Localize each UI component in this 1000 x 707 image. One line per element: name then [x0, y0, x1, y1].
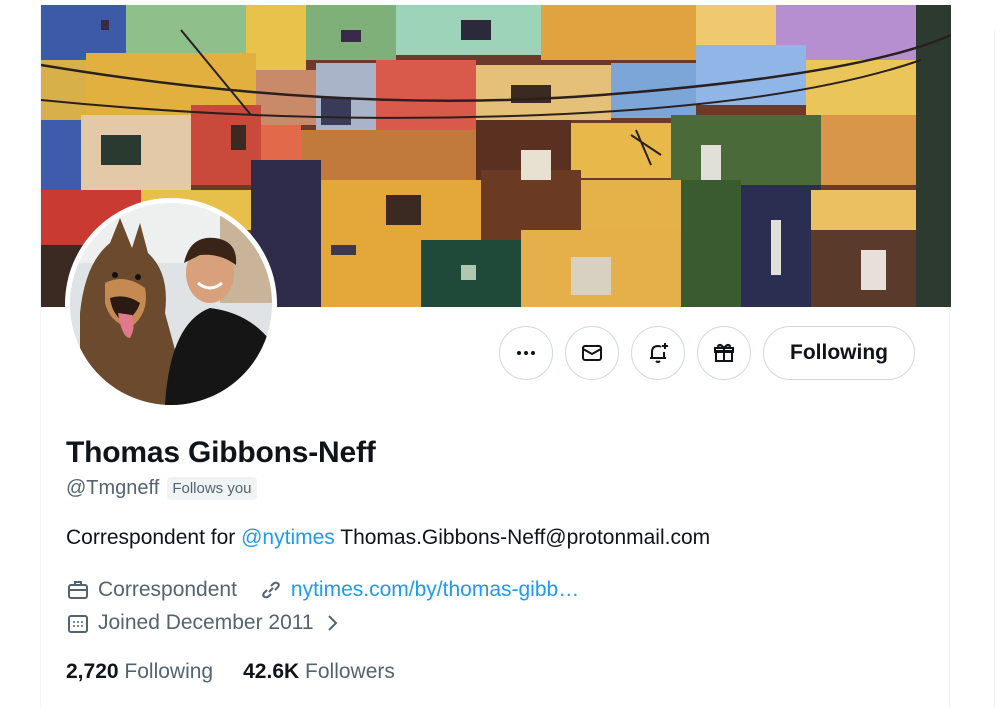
calendar-icon [68, 615, 88, 633]
message-button[interactable] [565, 326, 619, 380]
briefcase-icon [68, 581, 88, 599]
user-handle: @Tmgneff [66, 477, 160, 499]
joined-date: Joined December 2011 [98, 611, 314, 634]
handle-row: @Tmgneff Follows you [66, 477, 257, 500]
following-button[interactable]: Following [763, 326, 915, 380]
link-icon [262, 581, 280, 599]
following-stat[interactable]: 2,720 Following [66, 660, 213, 684]
profile-actions: Following [499, 326, 915, 380]
profile-column: Following Thomas Gibbons-Neff @Tmgneff F… [40, 0, 951, 707]
following-label: Following [124, 660, 214, 683]
more-icon [517, 351, 535, 355]
profession-label: Correspondent [98, 578, 237, 601]
avatar-photo [70, 203, 272, 405]
subscribe-button[interactable] [697, 326, 751, 380]
bell-plus-icon [650, 343, 668, 363]
right-panel-edge [994, 30, 1000, 707]
bio-suffix: Thomas.Gibbons-Neff@protonmail.com [334, 526, 711, 549]
gift-icon [714, 343, 734, 362]
chevron-right-icon[interactable] [320, 611, 344, 635]
follow-stats: 2,720 Following 42.6K Followers [66, 660, 395, 684]
profile-bio: Correspondent for @nytimes Thomas.Gibbon… [66, 526, 710, 550]
profile-meta-row: Correspondent nytimes.com/by/thomas-gibb… [66, 578, 579, 602]
notify-button[interactable] [631, 326, 685, 380]
followers-stat[interactable]: 42.6K Followers [243, 660, 395, 684]
followers-count: 42.6K [243, 660, 300, 683]
profile-avatar[interactable] [65, 198, 277, 410]
follows-you-badge: Follows you [167, 477, 257, 500]
more-button[interactable] [499, 326, 553, 380]
display-name: Thomas Gibbons-Neff [66, 436, 376, 469]
following-count: 2,720 [66, 660, 119, 683]
website-link[interactable]: nytimes.com/by/thomas-gibb… [291, 578, 579, 602]
followers-label: Followers [305, 660, 395, 683]
bio-prefix: Correspondent for [66, 526, 242, 549]
envelope-icon [582, 345, 602, 361]
joined-row: Joined December 2011 [66, 611, 344, 635]
bio-mention-link[interactable]: @nytimes [241, 526, 335, 549]
